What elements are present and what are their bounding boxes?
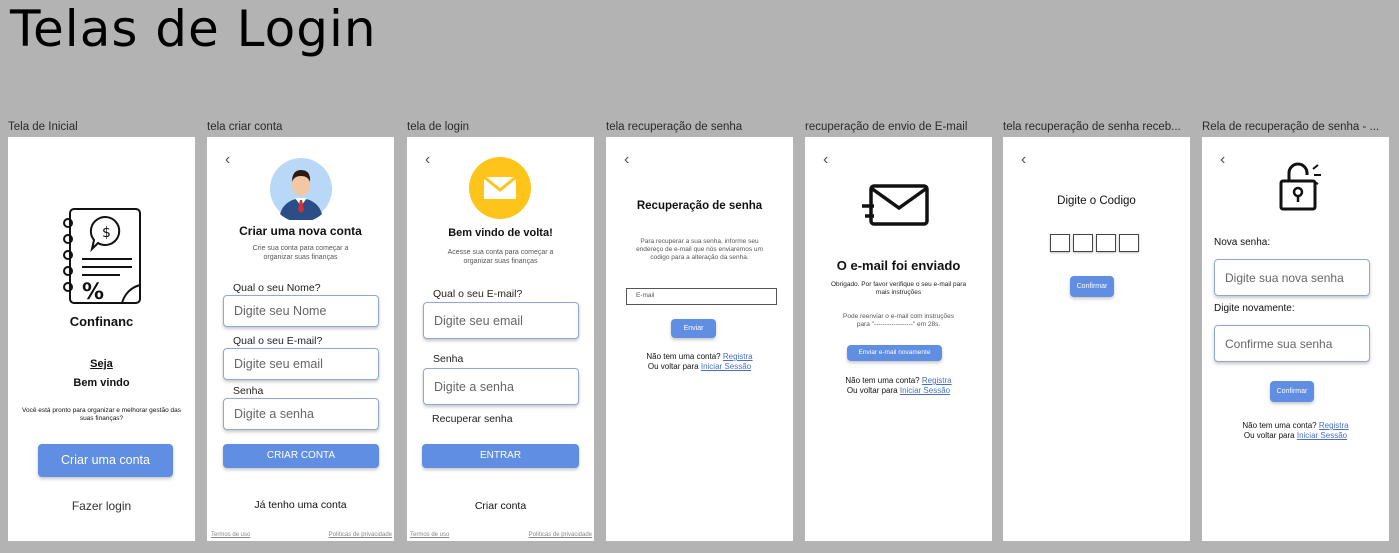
name-input[interactable]: Digite seu Nome <box>223 295 379 327</box>
welcome-description: Você está pronto para organizar e melhor… <box>22 407 181 422</box>
resend-info-2: para "------------------" em 28s. <box>856 321 941 328</box>
send-mail-icon <box>862 184 929 226</box>
register-link[interactable]: Registra <box>922 376 952 385</box>
heading: Digite o Codigo <box>1057 195 1136 207</box>
login-link[interactable]: Fazer login <box>8 499 195 513</box>
no-account-text: Não tem uma conta? <box>646 352 721 361</box>
envelope-icon <box>469 157 531 219</box>
no-account-line: Não tem uma conta? Registra <box>805 376 992 385</box>
avatar <box>270 158 332 220</box>
privacy-link[interactable]: Políticas de privacidade <box>529 532 592 538</box>
privacy-link[interactable]: Políticas de privacidade <box>329 532 392 538</box>
frame-codigo: ‹ Digite o Codigo Confirmar <box>1003 137 1190 541</box>
new-password-label: Nova senha: <box>1214 237 1271 248</box>
create-account-button[interactable]: Criar uma conta <box>38 444 173 477</box>
welcome-line-2: Bem vindo <box>73 377 130 389</box>
back-arrow-icon[interactable]: ‹ <box>225 151 230 169</box>
code-digit-4[interactable] <box>1119 234 1139 252</box>
sign-in-link[interactable]: Iniciar Sessão <box>701 362 751 371</box>
frame-nova-senha: ‹ Nova senha: Digite sua nova senha Digi… <box>1202 137 1389 541</box>
email-label: Qual o seu E-mail? <box>233 335 323 347</box>
description: Para recuperar a sua senha, informe seu … <box>636 238 763 261</box>
svg-text:$: $ <box>102 225 111 241</box>
resend-email-button[interactable]: Enviar e-mail novamente <box>847 345 942 361</box>
frame-label-inicial: Tela de Inicial <box>8 121 78 133</box>
heading: O e-mail foi enviado <box>836 258 961 273</box>
password-input[interactable]: Digite a senha <box>223 398 379 430</box>
no-account-text: Não tem uma conta? <box>1242 421 1317 430</box>
heading: Bem vindo de volta! <box>448 227 553 239</box>
recover-password-link[interactable]: Recuperar senha <box>432 413 513 425</box>
no-account-line: Não tem uma conta? Registra <box>606 352 793 361</box>
email-input[interactable]: Digite seu email <box>223 348 379 380</box>
or-back-text: Ou voltar para <box>846 386 898 395</box>
confirm-password-input[interactable]: Confirme sua senha <box>1214 325 1370 362</box>
unlock-icon <box>1279 162 1321 211</box>
no-account-text: Não tem uma conta? <box>845 376 920 385</box>
password-label: Senha <box>233 385 264 397</box>
frame-recuperacao: ‹ Recuperação de senha Para recuperar a … <box>606 137 793 541</box>
create-account-submit-button[interactable]: CRIAR CONTA <box>223 444 379 468</box>
confirm-button[interactable]: Confirmar <box>1270 381 1314 402</box>
resend-info-1: Pode reenviar o e-mail com instruções <box>843 313 954 320</box>
board-title: Telas de Login <box>10 0 377 58</box>
frame-inicial: $ % Confinanc Seja Bem vindo Você está p… <box>8 137 195 541</box>
finance-document-icon: $ % <box>63 208 141 305</box>
app-name: Confinanc <box>69 314 134 329</box>
frame-label-nova: Rela de recuperação de senha - ... <box>1202 121 1380 133</box>
repeat-password-label: Digite novamente: <box>1214 303 1295 314</box>
welcome-line-1: Seja <box>90 358 113 370</box>
have-account-link[interactable]: Já tenho uma conta <box>207 499 394 511</box>
frame-email-enviado: ‹ O e-mail foi enviado Obrigado. Por fav… <box>805 137 992 541</box>
email-label: Qual o seu E-mail? <box>433 288 523 300</box>
back-arrow-icon[interactable]: ‹ <box>1021 151 1026 169</box>
heading: Criar uma nova conta <box>239 224 362 238</box>
frame-label-recuperacao: tela recuperação de senha <box>606 121 743 133</box>
code-digit-1[interactable] <box>1050 234 1070 252</box>
back-arrow-icon[interactable]: ‹ <box>624 151 629 169</box>
no-account-line: Não tem uma conta? Registra <box>1202 421 1389 430</box>
back-arrow-icon[interactable]: ‹ <box>823 151 828 169</box>
terms-link[interactable]: Termos de uso <box>410 532 449 538</box>
subheading: Crie sua conta para começar a organizar … <box>252 245 349 261</box>
login-submit-button[interactable]: ENTRAR <box>422 444 579 468</box>
thanks-text: Obrigado. Por favor verifique o seu e-ma… <box>830 281 967 296</box>
or-back-text: Ou voltar para <box>647 362 699 371</box>
password-input[interactable]: Digite a senha <box>423 368 579 405</box>
heading: Recuperação de senha <box>636 200 763 212</box>
email-input[interactable]: E-mail <box>626 288 777 305</box>
terms-link[interactable]: Termos de uso <box>211 532 250 538</box>
sign-in-line: Ou voltar para Iniciar Sessão <box>1202 431 1389 440</box>
frame-label-login: tela de login <box>407 121 470 133</box>
svg-text:%: % <box>82 280 104 305</box>
create-account-link[interactable]: Criar conta <box>407 500 594 512</box>
sign-in-line: Ou voltar para Iniciar Sessão <box>606 362 793 371</box>
code-digit-3[interactable] <box>1096 234 1116 252</box>
back-arrow-icon[interactable]: ‹ <box>1220 151 1225 169</box>
password-label: Senha <box>433 353 464 365</box>
or-back-text: Ou voltar para <box>1243 431 1295 440</box>
frame-label-criar: tela criar conta <box>207 121 283 133</box>
name-label: Qual o seu Nome? <box>233 282 321 294</box>
code-digit-2[interactable] <box>1073 234 1093 252</box>
frame-label-enviado: recuperação de envio de E-mail <box>805 121 968 133</box>
back-arrow-icon[interactable]: ‹ <box>425 151 430 169</box>
sign-in-line: Ou voltar para Iniciar Sessão <box>805 386 992 395</box>
register-link[interactable]: Registra <box>723 352 753 361</box>
subheading: Acesse sua conta para começar a organiza… <box>447 249 554 265</box>
sign-in-link[interactable]: Iniciar Sessão <box>1297 431 1347 440</box>
new-password-input[interactable]: Digite sua nova senha <box>1214 259 1370 296</box>
frame-criar-conta: ‹ Criar uma nova conta Crie sua conta pa… <box>207 137 394 541</box>
frame-login: ‹ Bem vindo de volta! Acesse sua conta p… <box>407 137 594 541</box>
sign-in-link[interactable]: Iniciar Sessão <box>900 386 950 395</box>
send-button[interactable]: Enviar <box>671 319 716 338</box>
confirm-button[interactable]: Confirmar <box>1070 276 1114 297</box>
email-input[interactable]: Digite seu email <box>423 302 579 339</box>
register-link[interactable]: Registra <box>1319 421 1349 430</box>
frame-label-codigo: tela recuperação de senha receb... <box>1003 121 1181 133</box>
